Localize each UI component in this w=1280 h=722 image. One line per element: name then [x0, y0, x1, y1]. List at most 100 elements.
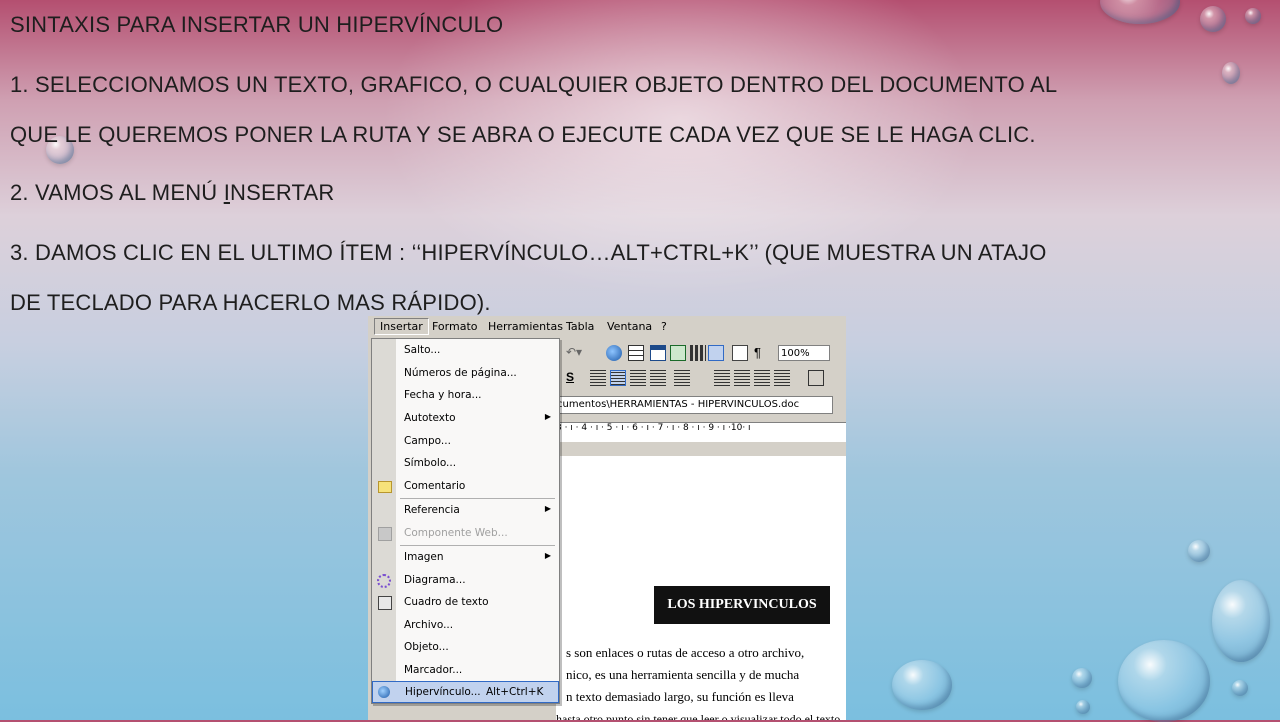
menu-help[interactable]: ?	[661, 320, 667, 333]
menu-item-archivo[interactable]: Archivo...	[372, 615, 559, 637]
insert-dropdown-menu: Salto... Números de página... Fecha y ho…	[371, 338, 560, 704]
undo-icon[interactable]: ↶▾	[566, 345, 582, 361]
menu-item-numeros-pagina[interactable]: Números de página...	[372, 363, 559, 385]
menu-item-label: Salto...	[404, 344, 441, 356]
border-icon[interactable]	[808, 370, 824, 386]
menu-tabla[interactable]: Tabla	[566, 320, 594, 333]
drawing-icon[interactable]	[708, 345, 724, 361]
water-drop-decoration	[1188, 540, 1210, 562]
outdent-icon[interactable]	[754, 370, 770, 386]
columns-icon[interactable]	[690, 345, 706, 361]
document-line: n texto demasiado largo, su función es l…	[566, 689, 794, 704]
menu-insertar[interactable]: Insertar	[374, 318, 429, 335]
step-2-rest: NSERTAR	[230, 180, 335, 205]
menu-separator	[400, 545, 555, 546]
address-field[interactable]: cumentos\HERRAMIENTAS - HIPERVINCULOS.do…	[556, 396, 833, 414]
menu-item-label: Campo...	[404, 435, 451, 447]
menu-item-fecha-hora[interactable]: Fecha y hora...	[372, 385, 559, 407]
menu-herramientas[interactable]: Herramientas	[488, 320, 563, 333]
underline-icon[interactable]: S	[566, 370, 582, 386]
menu-bar: Insertar Formato Herramientas Tabla Vent…	[368, 316, 846, 340]
menu-item-label: Objeto...	[404, 641, 449, 653]
table-icon[interactable]	[628, 345, 644, 361]
web-component-icon	[378, 527, 392, 541]
document-line: nico, es una herramienta sencilla y de m…	[566, 667, 800, 682]
ruler-gap	[556, 442, 846, 456]
menu-item-imagen[interactable]: Imagen ▶	[372, 547, 559, 569]
indent-icon[interactable]	[774, 370, 790, 386]
water-drop-decoration	[892, 660, 952, 710]
submenu-arrow-icon: ▶	[544, 412, 551, 421]
align-left-icon[interactable]	[590, 370, 606, 386]
menu-item-label: Cuadro de texto	[404, 596, 489, 608]
menu-item-shortcut: Alt+Ctrl+K	[486, 686, 544, 698]
water-drop-decoration	[1118, 640, 1210, 722]
align-center-icon[interactable]	[610, 370, 626, 386]
menu-item-label: Componente Web...	[404, 527, 508, 539]
line-spacing-icon[interactable]	[674, 370, 690, 386]
numbering-icon[interactable]	[714, 370, 730, 386]
menu-item-hipervinculo[interactable]: Hipervínculo... Alt+Ctrl+K	[372, 681, 559, 703]
menu-item-marcador[interactable]: Marcador...	[372, 660, 559, 682]
menu-item-campo[interactable]: Campo...	[372, 431, 559, 453]
menu-item-comentario[interactable]: Comentario	[372, 476, 559, 498]
menu-separator	[400, 498, 555, 499]
align-right-icon[interactable]	[630, 370, 646, 386]
menu-item-label: Marcador...	[404, 664, 463, 676]
docmap-icon[interactable]	[732, 345, 748, 361]
menu-item-salto[interactable]: Salto...	[372, 340, 559, 362]
textbox-icon	[378, 596, 392, 610]
water-drop-decoration	[1245, 8, 1261, 24]
menu-item-label: Archivo...	[404, 619, 454, 631]
menu-item-componente-web: Componente Web...	[372, 523, 559, 545]
menu-item-cuadro-texto[interactable]: Cuadro de texto	[372, 592, 559, 614]
hyperlink-globe-icon	[378, 686, 390, 698]
menu-item-diagrama[interactable]: Diagrama...	[372, 570, 559, 592]
standard-toolbar: ↶▾ ¶ 100%	[556, 341, 846, 365]
excel-icon[interactable]	[670, 345, 686, 361]
web-icon[interactable]	[606, 345, 622, 361]
water-drop-decoration	[1212, 580, 1270, 662]
step-3-line-1: 3. DAMOS CLIC EN EL ULTIMO ÍTEM : ‘‘HIPE…	[10, 240, 1047, 265]
menu-item-autotexto[interactable]: Autotexto ▶	[372, 408, 559, 430]
zoom-field[interactable]: 100%	[778, 345, 830, 361]
diagram-icon	[377, 574, 391, 588]
step-1-line-1: 1. SELECCIONAMOS UN TEXTO, GRAFICO, O CU…	[10, 72, 1058, 97]
bullets-icon[interactable]	[734, 370, 750, 386]
formatting-toolbar: S	[556, 366, 846, 390]
justify-icon[interactable]	[650, 370, 666, 386]
menu-ventana[interactable]: Ventana	[607, 320, 652, 333]
water-drop-decoration	[1200, 6, 1226, 32]
water-drop-decoration	[1100, 0, 1180, 24]
window-icon[interactable]	[650, 345, 666, 361]
menu-item-label: Diagrama...	[404, 574, 466, 586]
menu-item-simbolo[interactable]: Símbolo...	[372, 453, 559, 475]
submenu-arrow-icon: ▶	[544, 551, 551, 560]
pilcrow-icon[interactable]: ¶	[754, 345, 770, 361]
document-heading: LOS HIPERVINCULOS	[654, 586, 830, 624]
water-drop-decoration	[1076, 700, 1090, 714]
ruler: 3 · ı · 4 · ı · 5 · ı · 6 · ı · 7 · ı · …	[556, 422, 846, 443]
menu-item-label: Referencia	[404, 504, 460, 516]
comment-icon	[378, 481, 392, 493]
menu-formato[interactable]: Formato	[432, 320, 478, 333]
menu-item-objeto[interactable]: Objeto...	[372, 637, 559, 659]
slide-title: SINTAXIS PARA INSERTAR UN HIPERVÍNCULO	[10, 12, 504, 37]
menu-item-referencia[interactable]: Referencia ▶	[372, 500, 559, 522]
water-drop-decoration	[1072, 668, 1092, 688]
document-line: s son enlaces o rutas de acceso a otro a…	[566, 645, 805, 660]
step-1-line-2: QUE LE QUEREMOS PONER LA RUTA Y SE ABRA …	[10, 122, 1036, 147]
step-2: 2. VAMOS AL MENÚ INSERTAR	[10, 174, 335, 212]
word-insert-menu-screenshot: Insertar Formato Herramientas Tabla Vent…	[368, 316, 846, 720]
document-line: hasta otro punto sin tener que leer o vi…	[556, 712, 846, 720]
menu-item-label: Números de página...	[404, 367, 517, 379]
menu-item-label: Comentario	[404, 480, 466, 492]
menu-item-label: Imagen	[404, 551, 444, 563]
menu-item-label: Hipervínculo...	[405, 686, 481, 698]
menu-item-label: Símbolo...	[404, 457, 457, 469]
submenu-arrow-icon: ▶	[544, 504, 551, 513]
menu-item-label: Fecha y hora...	[404, 389, 482, 401]
step-2-prefix: 2. VAMOS AL MENÚ	[10, 180, 224, 205]
document-body: s son enlaces o rutas de acceso a otro a…	[556, 642, 846, 720]
menu-item-label: Autotexto	[404, 412, 456, 424]
